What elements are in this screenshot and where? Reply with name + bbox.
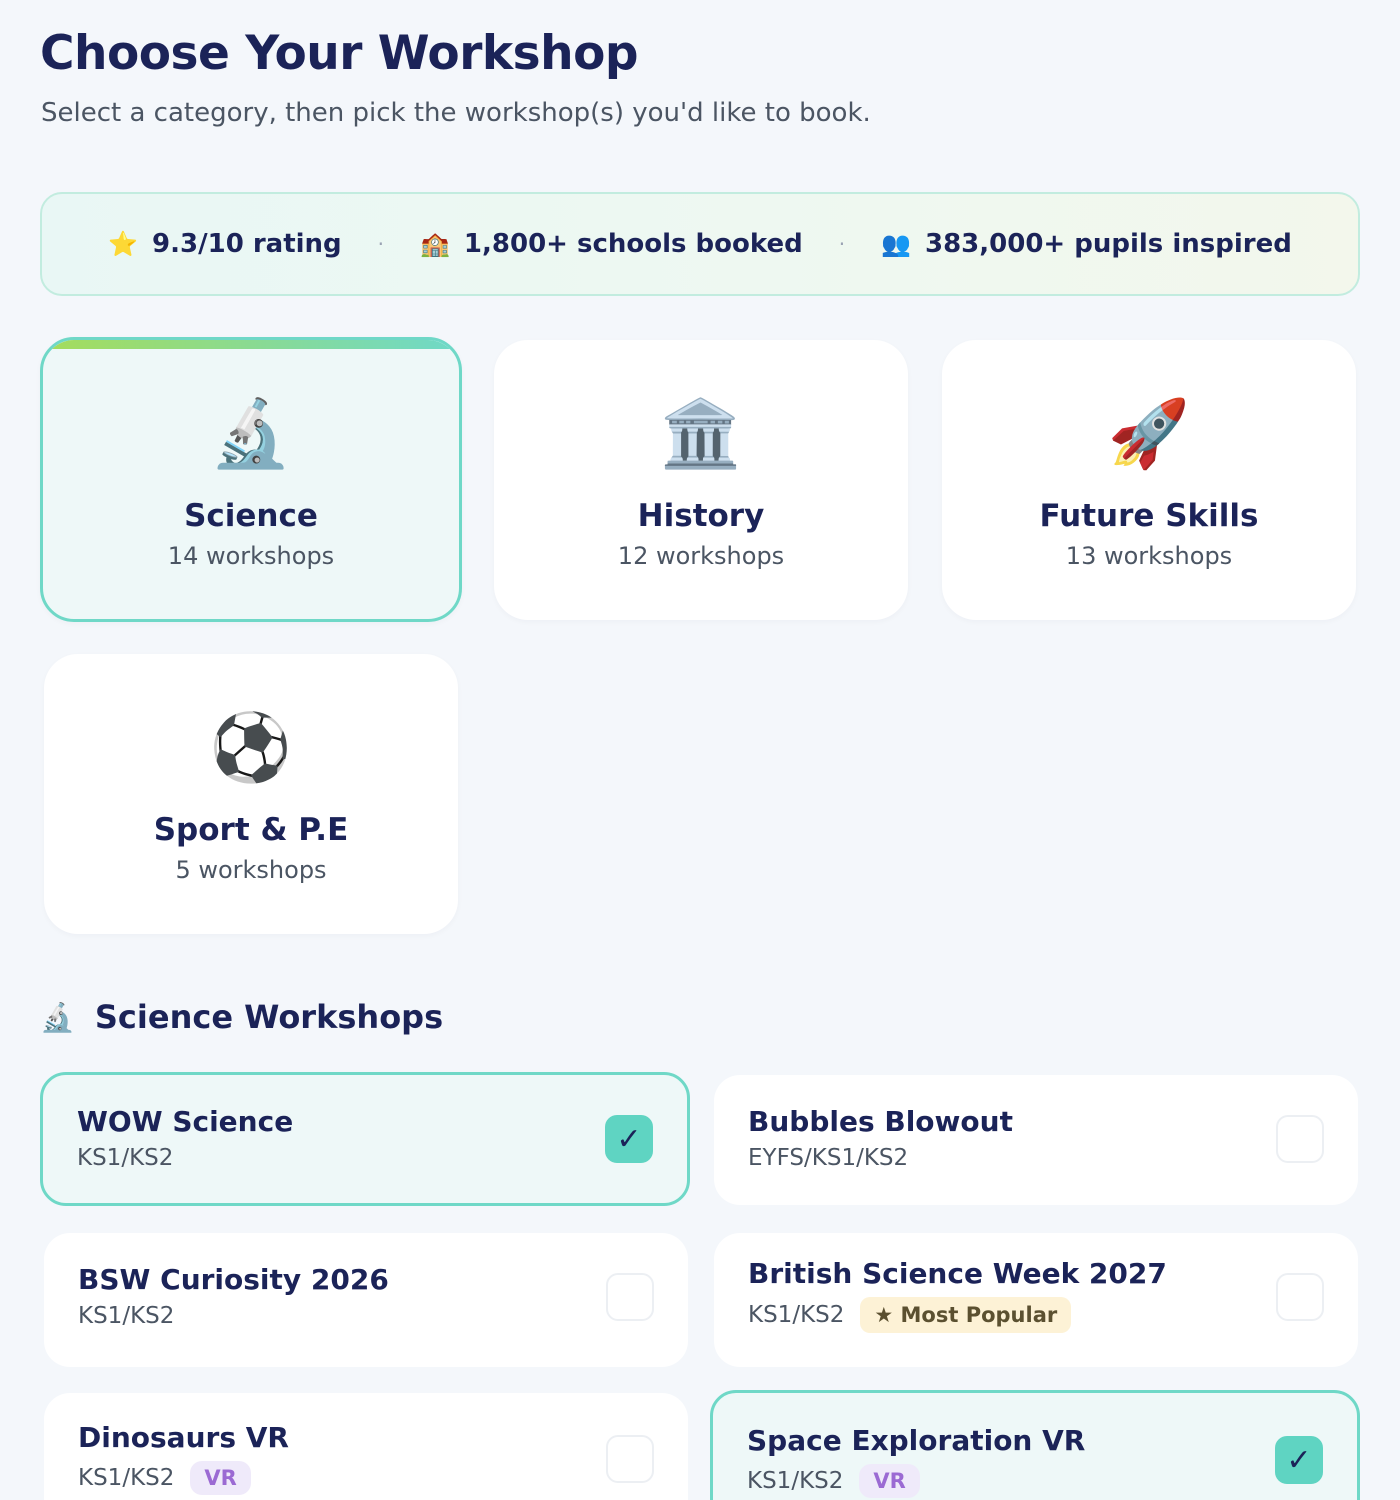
workshop-name: Space Exploration VR (747, 1424, 1086, 1457)
workshop-card-space-exploration-vr[interactable]: Space Exploration VR KS1/KS2 VR ✓ (710, 1390, 1360, 1500)
workshop-checkbox[interactable] (606, 1435, 654, 1483)
workshop-card-bubbles-blowout[interactable]: Bubbles Blowout EYFS/KS1/KS2 (714, 1075, 1358, 1205)
category-count: 14 workshops (167, 542, 335, 570)
section-title-text: Science Workshops (94, 998, 444, 1036)
workshop-name: Dinosaurs VR (78, 1421, 289, 1454)
workshop-checkbox[interactable] (1276, 1115, 1324, 1163)
workshop-age: KS1/KS2 (78, 1303, 175, 1329)
workshop-card-british-science-week[interactable]: British Science Week 2027 KS1/KS2 ★ Most… (714, 1233, 1358, 1367)
stat-rating-text: 9.3/10 rating (152, 229, 342, 259)
page-title: Choose Your Workshop (40, 26, 639, 81)
category-count: 5 workshops (175, 856, 327, 884)
workshop-age: KS1/KS2 (78, 1465, 175, 1491)
workshop-meta: KS1/KS2 VR (747, 1464, 920, 1498)
category-name: Future Skills (1039, 498, 1259, 534)
workshop-checkbox[interactable] (606, 1273, 654, 1321)
stat-separator: · (838, 232, 846, 256)
workshop-meta: KS1/KS2 (77, 1145, 173, 1171)
workshop-age: KS1/KS2 (747, 1468, 844, 1494)
workshop-name: British Science Week 2027 (748, 1257, 1167, 1290)
workshop-name: WOW Science (77, 1105, 294, 1138)
workshop-age: EYFS/KS1/KS2 (748, 1145, 909, 1171)
workshop-name: BSW Curiosity 2026 (78, 1263, 389, 1296)
page-subtitle: Select a category, then pick the worksho… (41, 98, 871, 128)
microscope-icon: 🔬 (40, 1000, 75, 1034)
category-card-future-skills[interactable]: 🚀 Future Skills 13 workshops (942, 340, 1356, 620)
vr-badge: VR (190, 1461, 251, 1495)
stats-bar: ⭐ 9.3/10 rating · 🏫 1,800+ schools booke… (40, 192, 1360, 296)
category-card-sport[interactable]: ⚽ Sport & P.E 5 workshops (44, 654, 458, 934)
microscope-icon: 🔬 (209, 395, 293, 472)
stat-separator: · (377, 232, 385, 256)
stat-schools: 🏫 1,800+ schools booked (420, 229, 803, 259)
workshop-meta: KS1/KS2 VR (78, 1461, 251, 1495)
football-icon: ⚽ (209, 709, 293, 786)
stat-pupils-text: 383,000+ pupils inspired (924, 229, 1292, 259)
most-popular-badge: ★ Most Popular (860, 1297, 1072, 1333)
rocket-icon: 🚀 (1107, 395, 1191, 472)
category-name: Sport & P.E (153, 812, 349, 848)
workshop-checkbox[interactable]: ✓ (1275, 1436, 1323, 1484)
workshop-card-wow-science[interactable]: WOW Science KS1/KS2 ✓ (40, 1072, 690, 1206)
category-card-science[interactable]: 🔬 Science 14 workshops (40, 337, 462, 622)
workshop-card-bsw-curiosity[interactable]: BSW Curiosity 2026 KS1/KS2 (44, 1233, 688, 1367)
museum-icon: 🏛️ (659, 395, 743, 472)
section-title: 🔬 Science Workshops (40, 998, 443, 1036)
workshop-age: KS1/KS2 (748, 1302, 845, 1328)
workshop-checkbox[interactable] (1276, 1273, 1324, 1321)
workshop-meta: KS1/KS2 ★ Most Popular (748, 1297, 1072, 1333)
workshop-checkbox[interactable]: ✓ (605, 1115, 653, 1163)
workshop-meta: EYFS/KS1/KS2 (748, 1145, 908, 1171)
workshop-age: KS1/KS2 (77, 1145, 174, 1171)
star-icon: ⭐ (108, 230, 139, 258)
workshop-name: Bubbles Blowout (748, 1105, 1013, 1138)
category-count: 12 workshops (617, 542, 785, 570)
category-name: History (637, 498, 765, 534)
category-card-history[interactable]: 🏛️ History 12 workshops (494, 340, 908, 620)
school-icon: 🏫 (420, 230, 450, 258)
stat-schools-text: 1,800+ schools booked (463, 229, 803, 259)
category-count: 13 workshops (1065, 542, 1233, 570)
workshop-card-dinosaurs-vr[interactable]: Dinosaurs VR KS1/KS2 VR (44, 1393, 688, 1500)
people-icon: 👥 (881, 230, 911, 258)
workshop-meta: KS1/KS2 (78, 1303, 174, 1329)
vr-badge: VR (859, 1464, 920, 1498)
category-name: Science (184, 498, 318, 534)
stat-rating: ⭐ 9.3/10 rating (108, 229, 342, 259)
stat-pupils: 👥 383,000+ pupils inspired (881, 229, 1292, 259)
